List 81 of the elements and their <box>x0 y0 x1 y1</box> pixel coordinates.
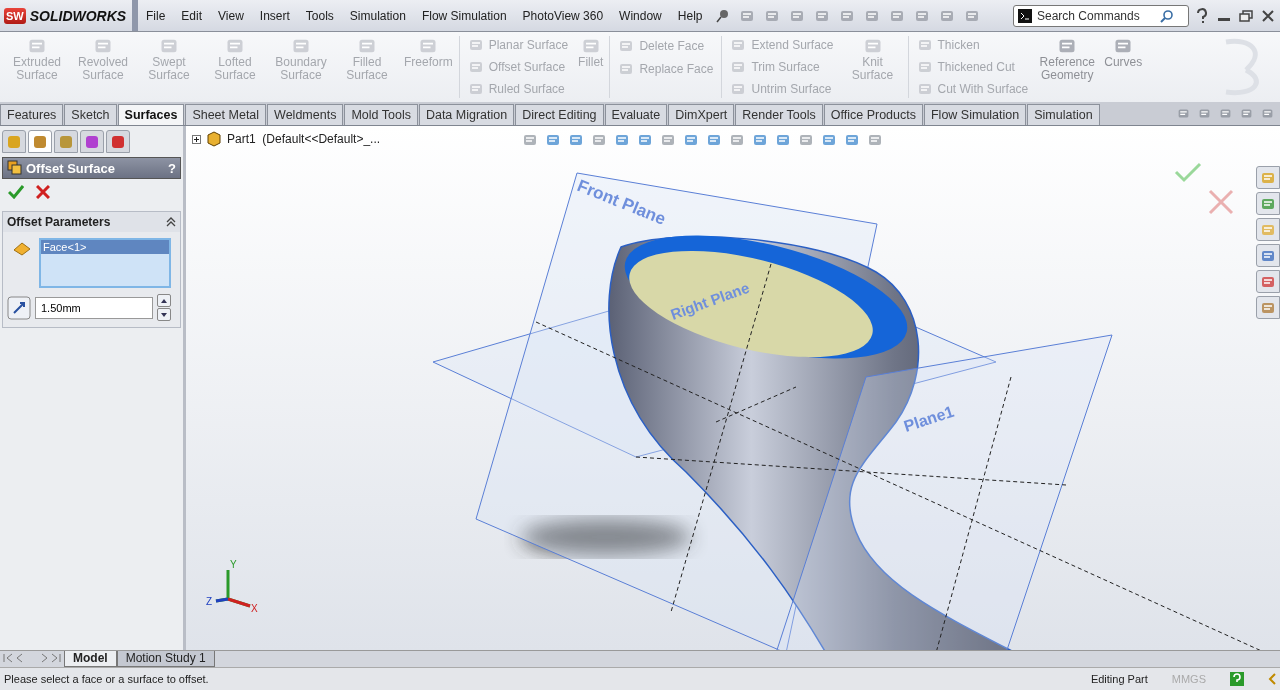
pin-icon[interactable] <box>716 8 731 23</box>
menu-item[interactable]: Help <box>669 8 711 23</box>
help-icon[interactable] <box>1195 7 1209 24</box>
ribbon-tab[interactable]: Render Tools <box>735 104 823 125</box>
task-pane-button[interactable] <box>1256 192 1280 215</box>
tree-item[interactable]: Part1 (Default<<Default>_... <box>227 132 381 146</box>
ribbon-tab[interactable]: Flow Simulation <box>924 104 1027 125</box>
ribbon-tab[interactable]: Surfaces <box>117 104 185 125</box>
tool-icon <box>467 59 484 75</box>
tool-icon <box>916 59 933 75</box>
panel-tab[interactable] <box>106 130 130 153</box>
panel-tab-icon <box>111 134 125 149</box>
panel-tab[interactable] <box>28 130 52 153</box>
bottom-tab[interactable]: Model <box>64 651 117 667</box>
help-icon[interactable] <box>1230 672 1244 686</box>
axis-triad-drawing: Y Z X <box>206 559 258 614</box>
cancel-x-icon[interactable] <box>36 185 50 199</box>
menu-item[interactable]: Insert <box>251 8 298 23</box>
status-mode: Editing Part <box>1090 673 1148 685</box>
menu-item[interactable]: Simulation <box>341 8 414 23</box>
chevron-left-icon[interactable] <box>1268 673 1276 685</box>
panel-tab-icon <box>7 134 21 149</box>
menu-item[interactable]: File <box>138 8 174 23</box>
tool-icon <box>730 59 747 75</box>
task-pane-button[interactable] <box>1256 296 1280 319</box>
search-field[interactable]: Search Commands <box>1013 4 1189 27</box>
spin-up-button[interactable] <box>157 294 171 307</box>
ribbon-tab[interactable]: Sketch <box>64 104 117 125</box>
ribbon-tab[interactable]: DimXpert <box>668 104 735 125</box>
face-icon <box>13 242 31 256</box>
ribbon-tab[interactable]: Data Migration <box>418 104 515 125</box>
menu-item[interactable]: Window <box>611 8 670 23</box>
panel-tab-icon <box>59 134 73 149</box>
menu-item[interactable]: Tools <box>297 8 342 23</box>
menu-item[interactable]: View <box>210 8 252 23</box>
tool-icon <box>618 38 635 54</box>
tool-icon <box>618 61 635 77</box>
ribbon-tab[interactable]: Office Products <box>823 104 923 125</box>
task-pane-button[interactable] <box>1256 270 1280 293</box>
bottom-tab[interactable]: Motion Study 1 <box>116 651 215 667</box>
panel-tab[interactable] <box>2 130 26 153</box>
ribbon-tab[interactable]: Sheet Metal <box>185 104 267 125</box>
panel-tab-icon <box>33 134 47 149</box>
task-pane-button[interactable] <box>1256 166 1280 189</box>
task-pane-button[interactable] <box>1256 244 1280 267</box>
menu-item[interactable]: PhotoView 360 <box>514 8 612 23</box>
search-icon[interactable] <box>1160 8 1174 23</box>
expand-plus-icon[interactable] <box>192 134 201 144</box>
menu-item[interactable]: Edit <box>173 8 211 23</box>
confirm-checkmark-icon[interactable] <box>1174 162 1202 183</box>
collapse-chevron-icon[interactable] <box>166 217 176 227</box>
ok-checkmark-icon[interactable] <box>8 185 24 199</box>
spin-down-button[interactable] <box>157 308 171 321</box>
ribbon-tab[interactable]: Mold Tools <box>344 104 418 125</box>
task-pane-button[interactable] <box>1256 218 1280 241</box>
offset-surface-icon <box>7 160 23 176</box>
plane-label: Plane1 <box>901 402 956 435</box>
tab-scroll-arrows-icon[interactable] <box>0 651 64 665</box>
panel-tab[interactable] <box>80 130 104 153</box>
plane-label: Front Plane <box>574 176 669 229</box>
status-message: Please select a face or a surface to offset. <box>4 673 209 685</box>
face-selection-list[interactable]: Face<1> <box>39 238 171 288</box>
ribbon-tab[interactable]: Weldments <box>267 104 344 125</box>
ribbon-tab[interactable]: Evaluate <box>604 104 668 125</box>
search-input[interactable]: Search Commands <box>1037 8 1155 23</box>
terminal-icon <box>1018 8 1032 23</box>
menu-item[interactable]: Flow Simulation <box>413 8 515 23</box>
panel-tab[interactable] <box>54 130 78 153</box>
ribbon-tab[interactable]: Simulation <box>1027 104 1100 125</box>
reverse-direction-icon[interactable] <box>7 295 31 320</box>
down-arrow-icon <box>161 312 167 317</box>
panel-title: Offset Surface ? <box>2 157 181 179</box>
ribbon-tab[interactable]: Features <box>0 104 64 125</box>
distance-field[interactable]: 1.50mm <box>35 296 153 319</box>
plane-label: Right Plane <box>668 278 752 323</box>
part-icon <box>206 131 222 147</box>
panel-tab-icon <box>85 134 99 149</box>
ribbon-tab[interactable]: Direct Editing <box>515 104 604 125</box>
up-arrow-icon <box>161 298 167 303</box>
list-item[interactable]: Face<1> <box>41 240 169 254</box>
section-title: Offset Parameters <box>7 215 111 229</box>
